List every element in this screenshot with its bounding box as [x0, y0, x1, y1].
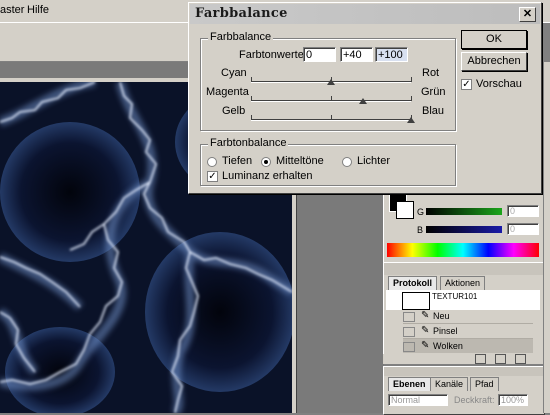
ok-button[interactable]: OK [461, 30, 527, 49]
color-balance-dialog: Farbbalance ✕ Farbbalance Farbtonwerte: … [188, 2, 542, 194]
tab-protokoll[interactable]: Protokoll [388, 276, 438, 290]
radio-midtones[interactable]: Mitteltöne [261, 155, 335, 169]
trash-icon[interactable] [515, 354, 526, 364]
tab-pfad[interactable]: Pfad [470, 377, 499, 391]
magenta-green-value-field[interactable]: +40 [340, 47, 373, 62]
slider-tick [411, 96, 412, 101]
slider-tick [411, 77, 412, 82]
dialog-title: Farbbalance [195, 6, 288, 21]
values-label: Farbtonwerte: [239, 49, 307, 61]
radio-label: Lichter [357, 155, 391, 167]
brush-icon: ✎ [421, 325, 430, 336]
cyan-red-value-field[interactable]: 0 [303, 47, 336, 62]
radio-label: Tiefen [222, 155, 253, 167]
b-channel-label: B [417, 225, 424, 235]
g-channel-value[interactable]: 0 [507, 205, 539, 217]
layers-panel: Ebenen Kanäle Pfad Normal Deckkraft: 100… [383, 366, 545, 415]
radio-button[interactable] [207, 157, 217, 167]
brush-icon: ✎ [421, 340, 430, 351]
slider-tick [251, 96, 252, 101]
g-channel-slider[interactable] [426, 208, 502, 215]
b-channel-slider[interactable] [426, 226, 502, 233]
snapshot-label: TEXTUR101 [432, 292, 478, 301]
history-step[interactable]: ✎ Wolken [403, 339, 533, 353]
menu-item-fenster[interactable]: aster [0, 4, 24, 16]
close-icon: ✕ [522, 8, 533, 20]
new-snapshot-icon[interactable] [495, 354, 506, 364]
checkbox-label: Vorschau [476, 78, 522, 90]
blend-mode-select[interactable]: Normal [388, 394, 448, 406]
slider-right-label-red: Rot [422, 67, 440, 79]
slider-left-label-magenta: Magenta [206, 86, 249, 98]
radio-label: Mitteltöne [276, 155, 324, 167]
opacity-label: Deckkraft: [454, 395, 495, 405]
yellow-blue-value-field[interactable]: +100 [375, 47, 408, 62]
color-spectrum-bar[interactable] [387, 243, 539, 257]
slider-tick [331, 96, 332, 101]
radio-highlights[interactable]: Lichter [342, 155, 402, 169]
history-step[interactable]: ✎ Neu [403, 309, 533, 324]
close-button[interactable]: ✕ [519, 7, 536, 22]
checkbox[interactable]: ✓ [207, 171, 218, 182]
new-document-icon[interactable] [475, 354, 486, 364]
slider-tick [251, 77, 252, 82]
magenta-green-slider-thumb[interactable] [359, 98, 367, 104]
panel-scrollbar[interactable] [543, 62, 550, 413]
background-color-swatch[interactable] [396, 201, 414, 219]
tone-group-label: Farbtonbalance [208, 137, 289, 149]
slider-right-label-blue: Blau [422, 105, 445, 117]
dialog-titlebar[interactable]: Farbbalance ✕ [190, 4, 540, 24]
preview-checkbox[interactable]: ✓ Vorschau [461, 78, 531, 92]
history-footer [383, 354, 543, 364]
checkbox[interactable]: ✓ [461, 79, 472, 90]
radio-button[interactable] [261, 157, 271, 167]
tab-aktionen[interactable]: Aktionen [440, 276, 486, 290]
slider-right-label-green: Grün [421, 86, 446, 98]
slider-tick [251, 115, 252, 120]
cyan-red-slider-thumb[interactable] [327, 79, 335, 85]
history-step[interactable]: ✎ Pinsel [403, 324, 533, 339]
b-channel-value[interactable]: 0 [507, 223, 539, 235]
brush-icon: ✎ [421, 310, 430, 321]
slider-left-label-yellow: Gelb [222, 105, 246, 117]
slider-left-label-cyan: Cyan [221, 67, 247, 79]
menu-item-hilfe[interactable]: Hilfe [27, 4, 49, 16]
checkbox-label: Luminanz erhalten [222, 170, 313, 182]
history-snapshot[interactable]: TEXTUR101 [386, 290, 540, 310]
preserve-luminosity-checkbox[interactable]: ✓ Luminanz erhalten [207, 170, 317, 184]
radio-shadows[interactable]: Tiefen [207, 155, 257, 169]
opacity-field[interactable]: 100% [498, 394, 528, 406]
yellow-blue-slider-thumb[interactable] [407, 117, 415, 123]
balance-group-label: Farbbalance [208, 31, 274, 43]
g-channel-label: G [417, 207, 425, 217]
snapshot-thumbnail [402, 292, 430, 310]
slider-tick [331, 115, 332, 120]
cancel-button[interactable]: Abbrechen [461, 52, 527, 71]
tab-ebenen[interactable]: Ebenen [388, 377, 431, 391]
tab-kanaele[interactable]: Kanäle [430, 377, 469, 391]
radio-button[interactable] [342, 157, 352, 167]
